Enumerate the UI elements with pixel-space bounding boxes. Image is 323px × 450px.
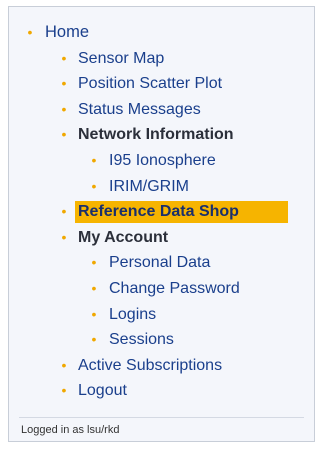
bullet-icon: •: [91, 151, 97, 168]
bullet-icon: •: [61, 228, 67, 245]
navigation-panel: • Home • Sensor Map • Position Scatter P…: [8, 6, 315, 442]
nav-item-network-information[interactable]: • Network Information: [9, 122, 314, 148]
nav-item-label[interactable]: Reference Data Shop: [78, 199, 239, 225]
nav-item-label[interactable]: Position Scatter Plot: [78, 71, 222, 97]
nav-item-label[interactable]: Network Information: [78, 122, 234, 148]
footer-divider: [19, 417, 304, 418]
nav-item-label[interactable]: Sessions: [109, 327, 174, 353]
nav-item-label[interactable]: I95 Ionosphere: [109, 148, 216, 174]
nav-item-position-scatter-plot[interactable]: • Position Scatter Plot: [9, 71, 314, 97]
nav-item-label[interactable]: Sensor Map: [78, 46, 164, 72]
bullet-icon: •: [27, 24, 33, 40]
nav-item-i95-ionosphere[interactable]: • I95 Ionosphere: [9, 148, 314, 174]
nav-item-logins[interactable]: • Logins: [9, 302, 314, 328]
nav-item-personal-data[interactable]: • Personal Data: [9, 250, 314, 276]
nav-menu: • Home • Sensor Map • Position Scatter P…: [9, 7, 314, 404]
bullet-icon: •: [91, 279, 97, 296]
bullet-icon: •: [61, 100, 67, 117]
bullet-icon: •: [91, 177, 97, 194]
nav-item-label[interactable]: Logins: [109, 302, 156, 328]
bullet-icon: •: [61, 203, 67, 220]
bullet-icon: •: [91, 254, 97, 271]
nav-item-label[interactable]: Change Password: [109, 276, 240, 302]
nav-item-reference-data-shop[interactable]: • Reference Data Shop: [9, 199, 314, 225]
nav-item-home[interactable]: • Home: [9, 20, 314, 46]
bullet-icon: •: [61, 382, 67, 399]
nav-item-label[interactable]: Personal Data: [109, 250, 210, 276]
nav-item-my-account[interactable]: • My Account: [9, 225, 314, 251]
login-status: Logged in as lsu/rkd: [21, 424, 120, 436]
nav-item-label[interactable]: Active Subscriptions: [78, 353, 222, 379]
nav-item-sessions[interactable]: • Sessions: [9, 327, 314, 353]
bullet-icon: •: [61, 75, 67, 92]
bullet-icon: •: [61, 126, 67, 143]
nav-item-label[interactable]: Status Messages: [78, 97, 201, 123]
nav-item-label[interactable]: Home: [45, 20, 89, 46]
bullet-icon: •: [91, 305, 97, 322]
nav-item-label[interactable]: My Account: [78, 225, 168, 251]
nav-item-logout[interactable]: • Logout: [9, 378, 314, 404]
nav-item-sensor-map[interactable]: • Sensor Map: [9, 46, 314, 72]
bullet-icon: •: [61, 356, 67, 373]
nav-item-status-messages[interactable]: • Status Messages: [9, 97, 314, 123]
bullet-icon: •: [61, 49, 67, 66]
nav-item-label[interactable]: IRIM/GRIM: [109, 174, 189, 200]
nav-item-active-subscriptions[interactable]: • Active Subscriptions: [9, 353, 314, 379]
nav-item-irim-grim[interactable]: • IRIM/GRIM: [9, 174, 314, 200]
nav-item-label[interactable]: Logout: [78, 378, 127, 404]
nav-item-change-password[interactable]: • Change Password: [9, 276, 314, 302]
bullet-icon: •: [91, 331, 97, 348]
